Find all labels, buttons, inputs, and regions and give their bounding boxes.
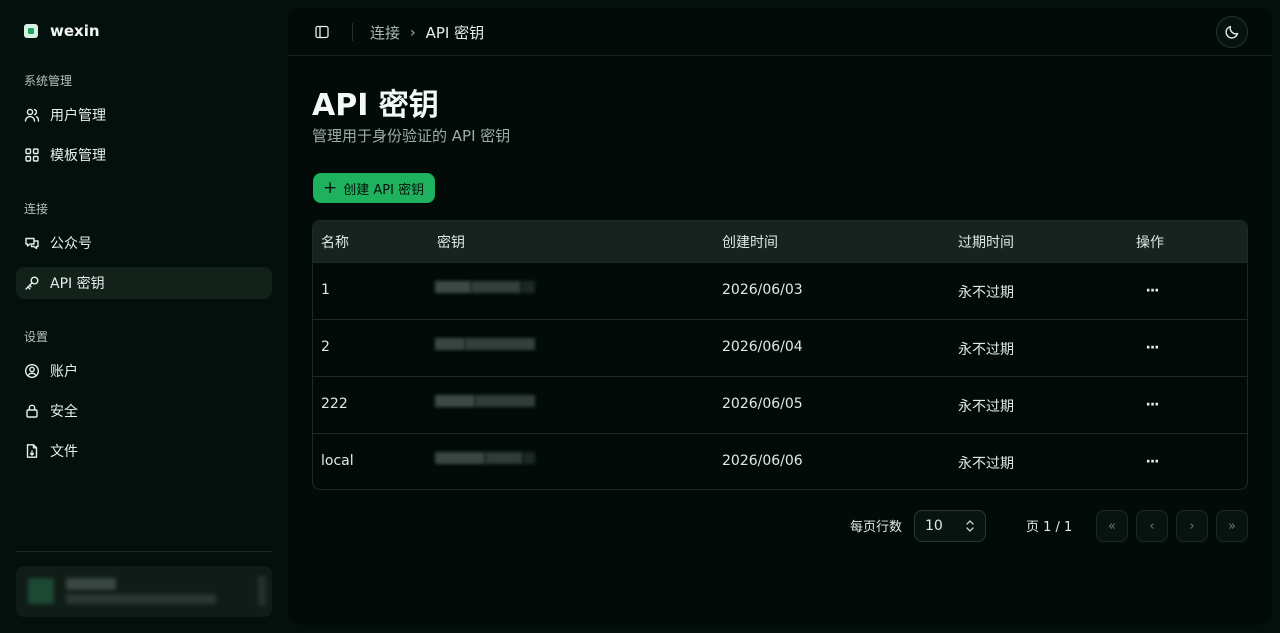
sidebar-item-label: API 密钥 [50, 276, 105, 292]
breadcrumb-separator: › [410, 24, 416, 41]
group-label-settings: 设置 [24, 330, 49, 344]
more-icon: ··· [1145, 454, 1160, 470]
sidebar-item-account[interactable]: 账户 [16, 355, 272, 387]
cell-expires: 永不过期 [958, 399, 1014, 415]
column-header-actions: 操作 [1136, 235, 1164, 251]
sidebar-item-label: 用户管理 [50, 108, 106, 124]
last-page-button[interactable]: » [1216, 510, 1248, 542]
table-row: 1 2026/06/03 永不过期 ··· [313, 262, 1247, 319]
user-circle-icon [24, 363, 40, 379]
cell-name: 2 [321, 339, 330, 355]
sidebar-toggle-icon[interactable] [314, 24, 330, 40]
cell-created: 2026/06/06 [722, 453, 803, 469]
user-menu-redacted [258, 576, 266, 606]
chevron-updown-icon [966, 520, 974, 532]
cell-expires: 永不过期 [958, 285, 1014, 301]
plus-icon: + [323, 177, 338, 198]
column-header-created: 创建时间 [722, 235, 778, 251]
column-header-expires: 过期时间 [958, 235, 1014, 251]
more-icon: ··· [1145, 283, 1160, 299]
sidebar-item-files[interactable]: 文件 [16, 435, 272, 467]
sidebar-item-official-account[interactable]: 公众号 [16, 227, 272, 259]
page-subtitle: 管理用于身份验证的 API 密钥 [312, 127, 511, 145]
secret-key-redacted [435, 452, 535, 466]
row-actions-button[interactable]: ··· [1140, 336, 1164, 360]
cell-name: 1 [321, 282, 330, 298]
brand-logo-icon [24, 24, 38, 38]
column-header-key: 密钥 [437, 235, 465, 251]
sidebar-item-label: 安全 [50, 404, 78, 420]
breadcrumb-current: API 密钥 [425, 24, 485, 42]
secret-key-redacted [435, 338, 535, 352]
chevron-left-icon: ‹ [1149, 518, 1155, 534]
table-header: 名称 密钥 创建时间 过期时间 操作 [313, 221, 1247, 262]
sidebar-item-templates[interactable]: 模板管理 [16, 139, 272, 171]
main-panel: 连接 › API 密钥 API 密钥 管理用于身份验证的 API 密钥 + 创建… [288, 8, 1272, 625]
key-icon [25, 276, 39, 290]
sidebar-item-users[interactable]: 用户管理 [16, 99, 272, 131]
secret-key-redacted [435, 395, 535, 409]
sidebar-item-label: 公众号 [50, 236, 92, 252]
first-page-button[interactable]: « [1096, 510, 1128, 542]
api-keys-table: 名称 密钥 创建时间 过期时间 操作 1 2026/06/03 永不过期 ···… [312, 220, 1248, 490]
more-icon: ··· [1145, 397, 1160, 413]
lock-icon [26, 404, 38, 418]
create-api-key-label: 创建 API 密钥 [343, 182, 425, 198]
page-info: 页 1 / 1 [1026, 520, 1073, 535]
chevrons-left-icon: « [1108, 518, 1116, 534]
cell-expires: 永不过期 [958, 342, 1014, 358]
file-icon [26, 444, 38, 458]
row-actions-button[interactable]: ··· [1140, 450, 1164, 474]
chevrons-right-icon: » [1228, 518, 1236, 534]
row-actions-button[interactable]: ··· [1140, 279, 1164, 303]
cell-created: 2026/06/04 [722, 339, 803, 355]
brand-name: wexin [50, 22, 100, 40]
page-title: API 密钥 [312, 88, 439, 123]
sidebar-item-api-keys[interactable]: API 密钥 [16, 267, 272, 299]
prev-page-button[interactable]: ‹ [1136, 510, 1168, 542]
rows-per-page-label: 每页行数 [850, 520, 903, 535]
moon-icon [1225, 25, 1239, 39]
users-icon [24, 108, 40, 122]
secret-key-redacted [435, 281, 535, 295]
column-header-name: 名称 [321, 235, 349, 251]
table-row: 222 2026/06/05 永不过期 ··· [313, 376, 1247, 433]
table-row: 2 2026/06/04 永不过期 ··· [313, 319, 1247, 376]
row-actions-button[interactable]: ··· [1140, 393, 1164, 417]
user-name-redacted [66, 578, 116, 590]
brand[interactable]: wexin [24, 20, 100, 42]
cell-name: local [321, 453, 354, 469]
table-row: local 2026/06/06 永不过期 ··· [313, 433, 1247, 489]
sidebar-item-label: 文件 [50, 444, 78, 460]
theme-toggle-button[interactable] [1216, 16, 1248, 48]
user-card[interactable] [16, 566, 272, 617]
cell-expires: 永不过期 [958, 456, 1014, 472]
topbar-separator [352, 23, 353, 41]
sidebar-item-label: 模板管理 [50, 148, 106, 164]
cell-created: 2026/06/05 [722, 396, 803, 412]
breadcrumb-parent[interactable]: 连接 [370, 22, 400, 43]
topbar: 连接 › API 密钥 [288, 8, 1272, 56]
create-api-key-button[interactable]: + 创建 API 密钥 [313, 173, 436, 203]
rows-per-page-select[interactable]: 10 [914, 510, 986, 542]
group-label-connect: 连接 [24, 202, 49, 216]
sidebar: wexin 系统管理 用户管理 模板管理 连接 公众号 API 密钥 设置 账户… [0, 0, 288, 633]
grid-icon [25, 148, 39, 162]
more-icon: ··· [1145, 340, 1160, 356]
chevron-right-icon: › [1189, 518, 1195, 534]
chat-icon [25, 237, 39, 250]
sidebar-item-security[interactable]: 安全 [16, 395, 272, 427]
sidebar-divider [16, 551, 272, 552]
rows-per-page-value: 10 [925, 518, 943, 534]
next-page-button[interactable]: › [1176, 510, 1208, 542]
sidebar-item-label: 账户 [50, 364, 78, 380]
group-label-system: 系统管理 [24, 74, 73, 88]
user-email-redacted [66, 594, 216, 604]
cell-name: 222 [321, 396, 348, 412]
cell-created: 2026/06/03 [722, 282, 803, 298]
avatar [28, 578, 54, 604]
breadcrumb: 连接 › API 密钥 [370, 22, 484, 43]
